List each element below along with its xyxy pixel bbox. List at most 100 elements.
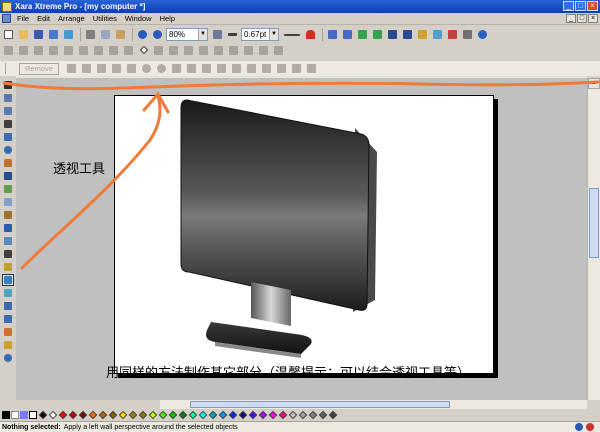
menu-arrange[interactable]: Arrange [54,14,89,23]
copy-mould-icon[interactable] [95,62,108,75]
wall-perspective-right-icon[interactable] [230,62,243,75]
contour-tool-icon[interactable] [2,222,14,234]
rotate-icon[interactable] [182,44,195,57]
spacing-icon[interactable] [272,44,285,57]
gallery-icon[interactable] [416,28,429,41]
palette-swatch[interactable] [288,410,298,420]
perspective-icon[interactable] [65,62,78,75]
banner-mould-icon[interactable] [170,62,183,75]
new-document-icon[interactable] [2,28,15,41]
maximize-button[interactable]: □ [575,1,586,11]
palette-swatch[interactable] [178,410,188,420]
subtract-shapes-icon[interactable] [77,44,90,57]
doc-minimize-button[interactable]: _ [566,14,576,23]
palette-swatch[interactable] [228,410,238,420]
zoom-tool-icon[interactable] [211,28,224,41]
floor-perspective-icon[interactable] [260,62,273,75]
push-tool-icon[interactable] [2,339,14,351]
palette-swatch[interactable] [278,410,288,420]
circle-mould-icon[interactable] [140,62,153,75]
live-effects-tool-icon[interactable] [2,326,14,338]
palette-swatch[interactable] [328,410,338,420]
palette-swatch[interactable] [188,410,198,420]
menu-help[interactable]: Help [156,14,179,23]
paste-icon[interactable] [114,28,127,41]
arch-mould-icon[interactable] [200,62,213,75]
flip-horizontal-icon[interactable] [197,44,210,57]
shadow-tool-icon[interactable] [2,248,14,260]
lock-icon[interactable] [152,44,165,57]
align-icon[interactable] [122,44,135,57]
vertical-scroll-thumb[interactable] [589,188,599,258]
undo-icon[interactable] [136,28,149,41]
doc-close-button[interactable]: × [588,14,598,23]
palette-swatch[interactable] [138,410,148,420]
extrude-tool-icon[interactable] [2,261,14,273]
monitor-illustration[interactable] [115,96,495,375]
slice-tool-icon[interactable] [2,300,14,312]
render-status-icon[interactable] [586,423,594,431]
redo-icon[interactable] [151,28,164,41]
palette-swatch[interactable] [108,410,118,420]
ungroup-icon[interactable] [17,44,30,57]
magnet-snap-icon[interactable] [304,28,317,41]
snap-status-icon[interactable] [575,423,583,431]
zoom-combo[interactable]: 80% ▼ [166,28,208,41]
bevel-tool-icon[interactable] [2,235,14,247]
text-tool-alt-icon[interactable] [401,28,414,41]
palette-swatch[interactable] [58,410,68,420]
flip-vertical-icon[interactable] [212,44,225,57]
bulge-mould-icon[interactable] [215,62,228,75]
palette-swatch[interactable] [168,410,178,420]
save-disk-icon[interactable] [32,28,45,41]
break-shapes-icon[interactable] [47,44,60,57]
palette-swatch[interactable] [148,410,158,420]
color-gallery-icon[interactable] [446,28,459,41]
wave-mould-icon[interactable] [185,62,198,75]
menu-edit[interactable]: Edit [33,14,54,23]
line-style-icon[interactable] [282,28,302,41]
shape-icon[interactable] [137,44,150,57]
drawing-canvas[interactable] [16,78,587,400]
import-icon[interactable] [47,28,60,41]
photo-tool-icon[interactable] [2,313,14,325]
minimize-button[interactable]: _ [563,1,574,11]
palette-swatch[interactable] [98,410,108,420]
transform-icon[interactable] [242,44,255,57]
add-shapes-icon[interactable] [62,44,75,57]
color-picker-icon[interactable] [20,411,28,419]
intersect-shapes-icon[interactable] [92,44,105,57]
palette-swatch[interactable] [238,410,248,420]
fill-tool-icon[interactable] [2,183,14,195]
line-width-combo[interactable]: 0.67pt ▼ [241,28,279,41]
palette-swatch[interactable] [88,410,98,420]
palette-swatch[interactable] [218,410,228,420]
cut-icon[interactable] [84,28,97,41]
convert-editable-icon[interactable] [227,44,240,57]
wall-perspective-left-icon[interactable] [245,62,258,75]
pen-tool-icon[interactable] [2,118,14,130]
slice-shapes-icon[interactable] [107,44,120,57]
palette-swatch[interactable] [118,410,128,420]
horizontal-scroll-thumb[interactable] [190,401,450,408]
doc-restore-button[interactable]: □ [577,14,587,23]
shape-editor-tool-icon[interactable] [2,105,14,117]
vertical-scrollbar[interactable]: ▲ [587,78,600,400]
selector-tool-icon[interactable] [2,79,14,91]
menu-file[interactable]: File [13,14,33,23]
palette-swatch[interactable] [158,410,168,420]
no-color-swatch[interactable] [29,411,37,419]
palette-swatch[interactable] [298,410,308,420]
send-back-icon[interactable] [341,28,354,41]
quickshape-tool-icon[interactable] [2,157,14,169]
text-tool-icon[interactable] [2,170,14,182]
text-tool-small-icon[interactable] [386,28,399,41]
palette-swatch[interactable] [248,410,258,420]
perspective-up-icon[interactable] [290,62,303,75]
freehand-tool-icon[interactable] [2,92,14,104]
ceiling-perspective-icon[interactable] [275,62,288,75]
resize-icon[interactable] [167,44,180,57]
move-forward-icon[interactable] [356,28,369,41]
copy-icon[interactable] [99,28,112,41]
fill-color-swatch[interactable] [11,411,19,419]
